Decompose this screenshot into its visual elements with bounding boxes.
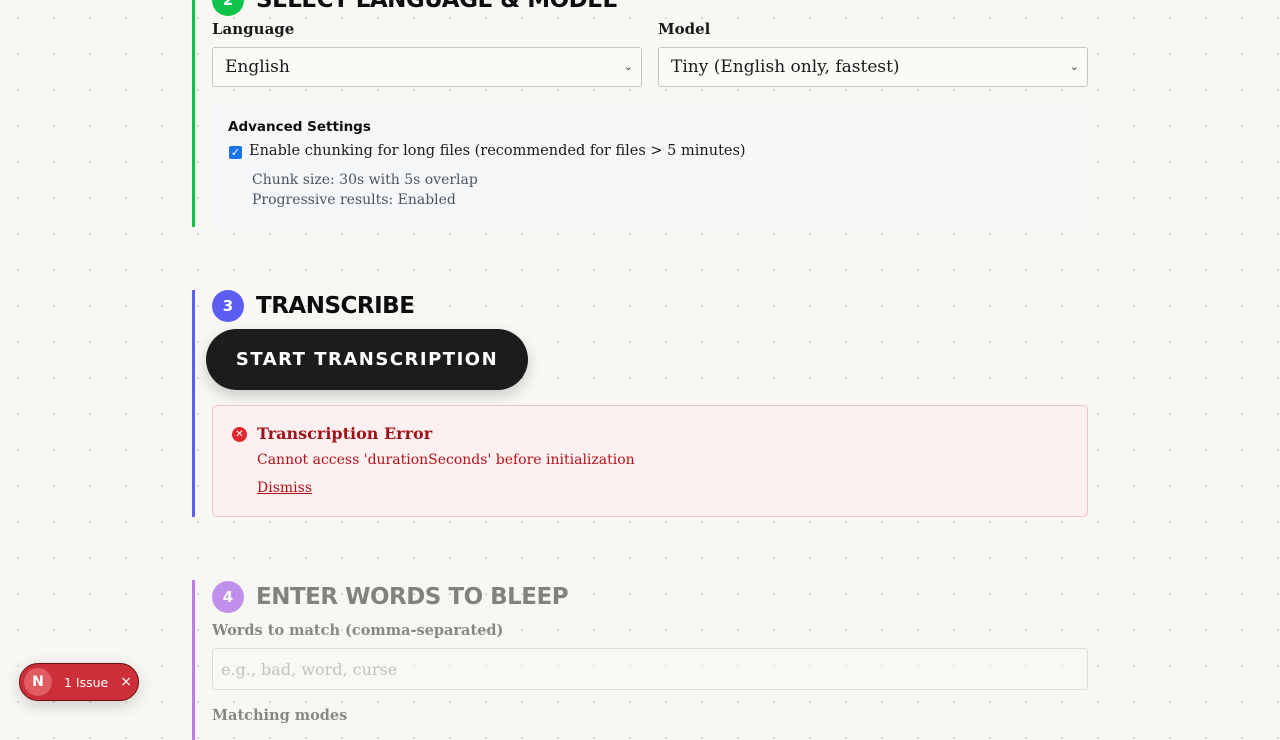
error-icon: ✕ — [232, 427, 247, 442]
section-title: TRANSCRIBE — [256, 293, 415, 319]
n-logo-icon: N — [24, 668, 52, 696]
advanced-settings-title: Advanced Settings — [228, 119, 371, 135]
advanced-settings-panel: Advanced Settings ✓ Enable chunking for … — [212, 103, 1088, 227]
issues-badge[interactable]: N 1 Issue × — [19, 663, 139, 701]
progressive-results-note: Progressive results: Enabled — [252, 192, 456, 208]
section-select-language-model: 2 SELECT LANGUAGE & MODEL Language Engli… — [192, 0, 1088, 227]
chunking-checkbox-label[interactable]: Enable chunking for long files (recommen… — [249, 143, 746, 159]
chunking-checkbox[interactable]: ✓ — [229, 146, 242, 159]
chevron-down-icon: ⌄ — [1069, 60, 1079, 73]
section-accent-bar — [192, 0, 195, 227]
model-select[interactable]: Tiny (English only, fastest) ⌄ — [658, 47, 1088, 87]
words-label: Words to match (comma-separated) — [212, 622, 504, 639]
section-title: SELECT LANGUAGE & MODEL — [256, 0, 617, 13]
chunk-size-note: Chunk size: 30s with 5s overlap — [252, 172, 478, 188]
step-number: 3 — [212, 290, 244, 322]
language-label: Language — [212, 20, 295, 38]
error-title: Transcription Error — [257, 424, 433, 443]
step-number: 2 — [212, 0, 244, 16]
step-number: 4 — [212, 581, 244, 613]
error-alert: ✕ Transcription Error Cannot access 'dur… — [212, 405, 1088, 517]
section-accent-bar — [192, 290, 195, 517]
section-header: 3 TRANSCRIBE — [212, 290, 415, 322]
matching-modes-label: Matching modes — [212, 707, 348, 724]
language-select[interactable]: English ⌄ — [212, 47, 642, 87]
section-accent-bar — [192, 580, 195, 740]
words-input[interactable] — [212, 648, 1088, 690]
chevron-down-icon: ⌄ — [623, 60, 633, 73]
section-header: 4 ENTER WORDS TO BLEEP — [212, 581, 569, 613]
section-enter-words: 4 ENTER WORDS TO BLEEP Words to match (c… — [192, 580, 1088, 740]
dismiss-link[interactable]: Dismiss — [257, 480, 312, 496]
section-title: ENTER WORDS TO BLEEP — [256, 584, 569, 610]
close-icon[interactable]: × — [120, 674, 132, 690]
start-transcription-button[interactable]: START TRANSCRIPTION — [206, 329, 528, 390]
model-label: Model — [658, 20, 711, 38]
language-select-value: English — [225, 57, 290, 77]
section-transcribe: 3 TRANSCRIBE START TRANSCRIPTION ✕ Trans… — [192, 290, 1088, 517]
error-message: Cannot access 'durationSeconds' before i… — [257, 452, 635, 468]
model-select-value: Tiny (English only, fastest) — [671, 57, 900, 77]
issues-count[interactable]: 1 Issue — [64, 675, 108, 690]
section-header: 2 SELECT LANGUAGE & MODEL — [212, 0, 617, 16]
